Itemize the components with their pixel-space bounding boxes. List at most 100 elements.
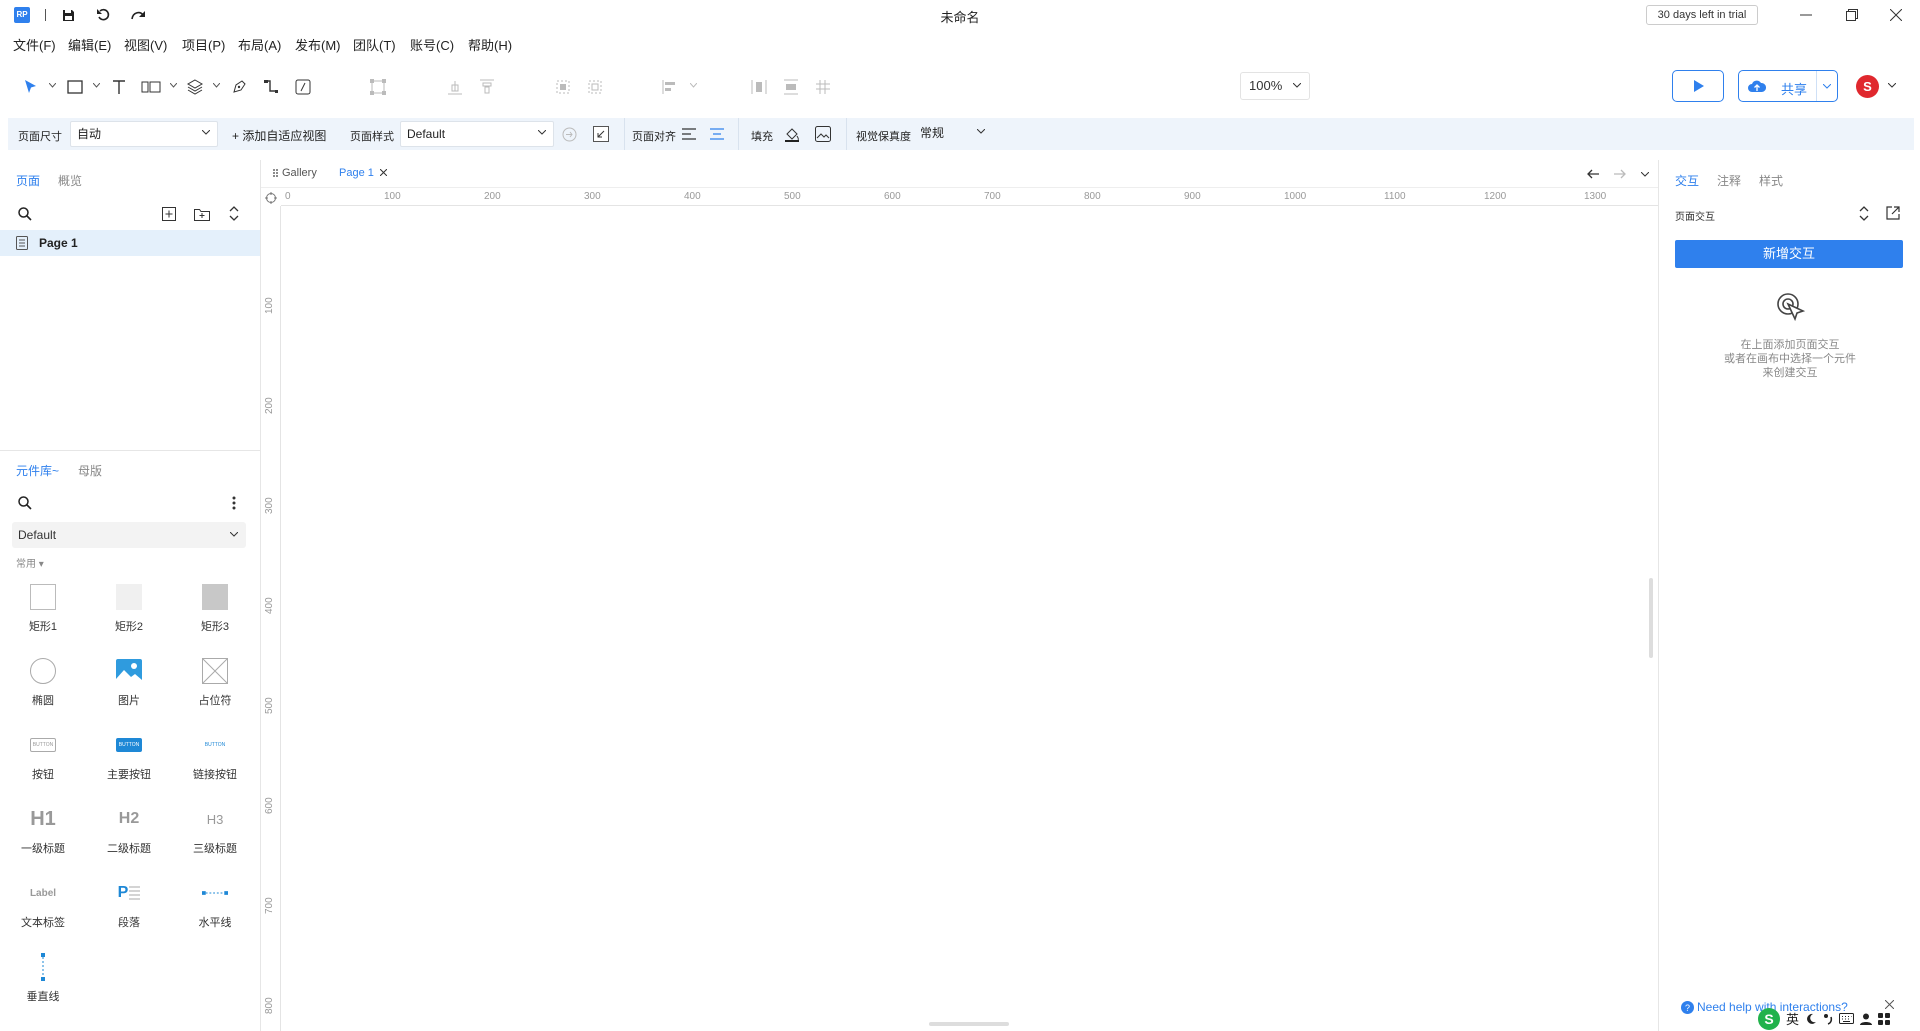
widget-vertical-line[interactable]: 垂直线 (8, 953, 78, 1014)
tab-page1[interactable]: Page 1 (339, 167, 374, 179)
preview-button[interactable] (1672, 70, 1724, 102)
punctuation-icon[interactable] (1823, 1013, 1833, 1025)
click-pointer-icon (1776, 292, 1806, 322)
align-center-icon[interactable] (710, 128, 724, 140)
chevron-down-icon[interactable] (1641, 172, 1649, 177)
design-canvas[interactable] (282, 207, 1658, 1031)
widget-text-label[interactable]: Label 文本标签 (8, 880, 78, 940)
restore-icon[interactable] (1845, 8, 1859, 22)
widget-heading3[interactable]: H3 三级标题 (180, 806, 250, 866)
tab-notes[interactable]: 注释 (1717, 172, 1741, 189)
arrow-left-icon[interactable] (1587, 169, 1599, 179)
close-tab-icon[interactable] (380, 169, 387, 176)
horizontal-scrollbar[interactable] (929, 1022, 1009, 1026)
search-icon[interactable] (18, 207, 32, 221)
menu-layout[interactable]: 布局(A) (238, 35, 281, 54)
tab-libraries[interactable]: 元件库~ (16, 462, 59, 479)
ruler-origin-icon[interactable] (265, 192, 277, 204)
widget-rectangle1[interactable]: 矩形1 (8, 584, 78, 644)
open-external-icon[interactable] (1886, 206, 1900, 220)
tab-pages[interactable]: 页面 (16, 172, 40, 189)
text-tool-icon[interactable] (108, 76, 130, 98)
vertical-scrollbar[interactable] (1649, 578, 1653, 658)
widget-heading2[interactable]: H2 二级标题 (94, 806, 164, 866)
widget-heading1[interactable]: H1 一级标题 (8, 806, 78, 866)
ruler-label: 500 (784, 191, 801, 202)
menu-account[interactable]: 账号(C) (410, 35, 454, 54)
widget-label: 椭圆 (32, 695, 54, 707)
stylebar-divider (624, 118, 625, 150)
menu-publish[interactable]: 发布(M) (295, 35, 341, 54)
close-icon[interactable] (1889, 8, 1903, 22)
menu-team[interactable]: 团队(T) (353, 35, 396, 54)
share-divider (1816, 71, 1817, 101)
menu-help[interactable]: 帮助(H) (468, 35, 512, 54)
chevron-down-icon[interactable] (213, 83, 220, 90)
ime-language-toggle[interactable]: 英 (1786, 1009, 1799, 1028)
align-bottom-icon (444, 76, 466, 98)
menu-edit[interactable]: 编辑(E) (68, 35, 111, 54)
library-select[interactable]: Default (12, 522, 246, 548)
chevron-down-icon[interactable] (49, 83, 56, 90)
select-pointer-icon[interactable] (20, 76, 42, 98)
fill-color-icon[interactable] (784, 126, 800, 142)
add-interaction-button[interactable]: 新增交互 (1675, 240, 1903, 268)
widget-label: 主要按钮 (107, 769, 151, 781)
expand-collapse-icon[interactable] (1859, 206, 1869, 221)
widget-horizontal-line[interactable]: 水平线 (180, 880, 250, 940)
layers-icon[interactable] (184, 76, 206, 98)
more-options-icon[interactable] (232, 496, 236, 510)
moon-icon[interactable] (1805, 1013, 1817, 1025)
chevron-down-icon[interactable] (170, 83, 177, 90)
snippet-tool-icon[interactable] (292, 76, 314, 98)
apps-grid-icon[interactable] (1878, 1012, 1891, 1025)
widget-primary-button[interactable]: BUTTON 主要按钮 (94, 732, 164, 792)
page-style-select[interactable]: Default (400, 121, 554, 147)
widget-placeholder[interactable]: 占位符 (180, 658, 250, 718)
menu-project[interactable]: 项目(P) (182, 35, 225, 54)
tab-gallery[interactable]: Gallery (282, 167, 317, 179)
expand-collapse-icon[interactable] (229, 206, 239, 221)
menu-view[interactable]: 视图(V) (124, 35, 167, 54)
rectangle-tool-icon[interactable] (64, 76, 86, 98)
visual-fidelity-select[interactable]: 常规 (914, 121, 992, 147)
connector-tool-icon[interactable] (260, 76, 282, 98)
chevron-down-icon[interactable] (1823, 84, 1831, 89)
dynamic-panel-icon[interactable] (140, 76, 162, 98)
ruler-label: 1300 (1584, 191, 1607, 202)
chevron-down-icon[interactable] (93, 83, 100, 90)
ime-logo-icon[interactable]: S (1758, 1007, 1780, 1030)
add-folder-icon[interactable] (194, 207, 210, 221)
align-left-icon[interactable] (682, 128, 696, 140)
menu-file[interactable]: 文件(F) (13, 35, 56, 54)
widget-paragraph[interactable]: P 段落 (94, 880, 164, 940)
user-icon[interactable] (1860, 1013, 1873, 1025)
tab-outline[interactable]: 概览 (58, 172, 82, 189)
widget-ellipse[interactable]: 椭圆 (8, 658, 78, 718)
share-button[interactable]: 共享 (1738, 70, 1838, 102)
widget-link-button[interactable]: BUTTON 链接按钮 (180, 732, 250, 792)
widget-image[interactable]: 图片 (94, 658, 164, 718)
minimize-icon[interactable] (1799, 8, 1813, 22)
category-toggle[interactable]: 常用 ▾ (16, 555, 44, 570)
chevron-down-icon[interactable] (1888, 83, 1896, 88)
page-list-item[interactable]: Page 1 (0, 230, 260, 256)
add-adaptive-view-button[interactable]: + 添加自适应视图 (232, 127, 326, 144)
trial-badge[interactable]: 30 days left in trial (1646, 5, 1758, 25)
fill-image-icon[interactable] (815, 126, 831, 142)
ruler-label: 400 (684, 191, 701, 202)
keyboard-icon[interactable] (1839, 1013, 1855, 1024)
widget-rectangle2[interactable]: 矩形2 (94, 584, 164, 644)
page-size-select[interactable]: 自动 (70, 121, 218, 147)
search-icon[interactable] (18, 496, 32, 510)
pen-tool-icon[interactable] (228, 76, 250, 98)
tab-interactions[interactable]: 交互 (1675, 172, 1699, 189)
widget-rectangle3[interactable]: 矩形3 (180, 584, 250, 644)
tab-style[interactable]: 样式 (1759, 172, 1783, 189)
zoom-select[interactable]: 100% (1240, 72, 1310, 100)
add-page-icon[interactable] (162, 207, 176, 221)
tab-masters[interactable]: 母版 (78, 462, 102, 479)
avatar[interactable]: S (1856, 75, 1879, 98)
edit-style-icon[interactable] (593, 126, 609, 142)
widget-button[interactable]: BUTTON 按钮 (8, 732, 78, 792)
